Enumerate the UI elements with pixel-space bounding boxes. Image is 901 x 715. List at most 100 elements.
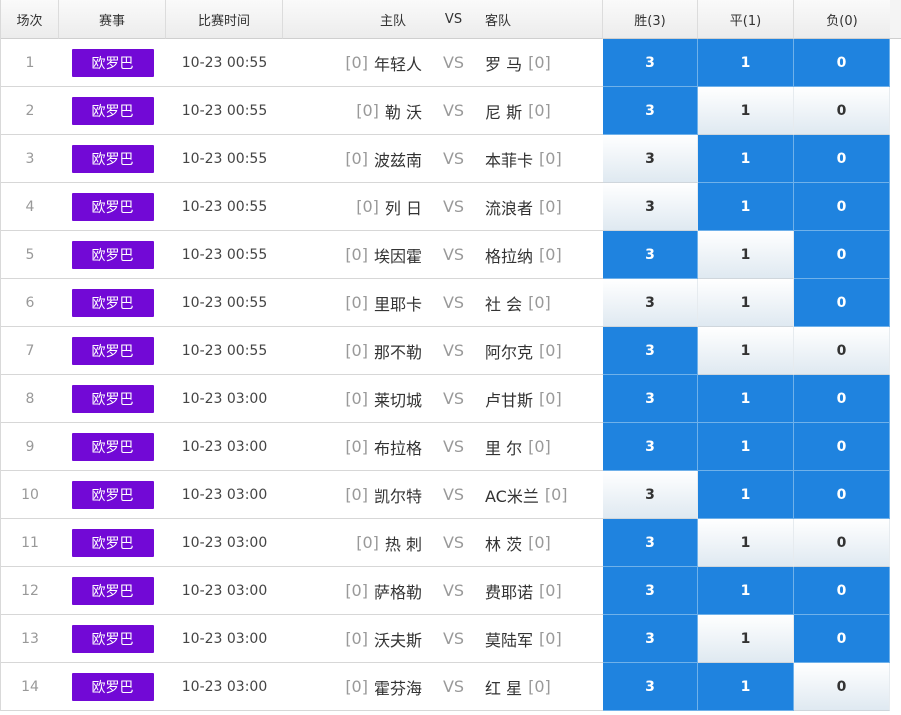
lose-option[interactable]: 0 [794, 519, 890, 567]
match-time: 10-23 00:55 [166, 327, 283, 375]
row-edge [890, 39, 901, 87]
header-win: 胜(3) [603, 0, 698, 39]
header-lose: 负(0) [794, 0, 890, 39]
header-league: 赛事 [59, 0, 166, 39]
row-edge [890, 135, 901, 183]
draw-option[interactable]: 1 [698, 231, 794, 279]
away-rank: [0] [539, 629, 562, 648]
lose-option[interactable]: 0 [794, 567, 890, 615]
lose-option[interactable]: 0 [794, 375, 890, 423]
lose-option[interactable]: 0 [794, 135, 890, 183]
win-option[interactable]: 3 [603, 375, 698, 423]
home-team-cell: [0] 波兹南 [283, 135, 430, 183]
match-index: 8 [1, 375, 59, 423]
home-team-cell: [0] 热 刺 [283, 519, 430, 567]
away-rank: [0] [539, 149, 562, 168]
home-rank: [0] [345, 53, 368, 72]
draw-option[interactable]: 1 [698, 87, 794, 135]
away-team-cell: 莫陆军 [0] [477, 615, 603, 663]
draw-option[interactable]: 1 [698, 135, 794, 183]
away-team-name: 里 尔 [485, 438, 523, 458]
home-team-name: 凯尔特 [373, 486, 422, 506]
win-option[interactable]: 3 [603, 423, 698, 471]
match-time: 10-23 03:00 [166, 567, 283, 615]
lose-option[interactable]: 0 [794, 183, 890, 231]
lose-option[interactable]: 0 [794, 615, 890, 663]
win-option[interactable]: 3 [603, 519, 698, 567]
league-badge[interactable]: 欧罗巴 [71, 432, 154, 461]
draw-option[interactable]: 1 [698, 471, 794, 519]
league-badge[interactable]: 欧罗巴 [71, 480, 154, 509]
win-option[interactable]: 3 [603, 663, 698, 711]
win-option[interactable]: 3 [603, 327, 698, 375]
league-badge[interactable]: 欧罗巴 [71, 672, 154, 701]
league-badge[interactable]: 欧罗巴 [71, 240, 154, 269]
lose-option[interactable]: 0 [794, 231, 890, 279]
win-option[interactable]: 3 [603, 567, 698, 615]
league-badge[interactable]: 欧罗巴 [71, 144, 154, 173]
league-cell: 欧罗巴 [59, 39, 166, 87]
league-badge[interactable]: 欧罗巴 [71, 624, 154, 653]
home-rank: [0] [356, 197, 379, 216]
home-team-name: 埃因霍 [373, 246, 422, 266]
win-option[interactable]: 3 [603, 615, 698, 663]
match-index: 13 [1, 615, 59, 663]
home-team-name: 波兹南 [373, 150, 422, 170]
league-badge[interactable]: 欧罗巴 [71, 288, 154, 317]
draw-option[interactable]: 1 [698, 519, 794, 567]
draw-option[interactable]: 1 [698, 615, 794, 663]
lose-option[interactable]: 0 [794, 663, 890, 711]
match-time: 10-23 00:55 [166, 279, 283, 327]
match-index: 2 [1, 87, 59, 135]
draw-option[interactable]: 1 [698, 39, 794, 87]
match-table: 场次 赛事 比赛时间 主队 VS 客队 胜(3) 平(1) 负(0) 1 欧罗巴 1… [0, 0, 901, 711]
match-time: 10-23 03:00 [166, 663, 283, 711]
away-rank: [0] [539, 341, 562, 360]
lose-option[interactable]: 0 [794, 39, 890, 87]
lose-option[interactable]: 0 [794, 327, 890, 375]
home-rank: [0] [345, 341, 368, 360]
win-option[interactable]: 3 [603, 279, 698, 327]
league-badge[interactable]: 欧罗巴 [71, 336, 154, 365]
win-option[interactable]: 3 [603, 135, 698, 183]
match-time: 10-23 00:55 [166, 39, 283, 87]
lose-option[interactable]: 0 [794, 87, 890, 135]
away-team-name: 红 星 [485, 678, 523, 698]
league-badge[interactable]: 欧罗巴 [71, 528, 154, 557]
draw-option[interactable]: 1 [698, 279, 794, 327]
win-option[interactable]: 3 [603, 87, 698, 135]
win-option[interactable]: 3 [603, 183, 698, 231]
draw-option[interactable]: 1 [698, 375, 794, 423]
league-cell: 欧罗巴 [59, 615, 166, 663]
win-option[interactable]: 3 [603, 471, 698, 519]
away-team-cell: 罗 马 [0] [477, 39, 603, 87]
draw-option[interactable]: 1 [698, 567, 794, 615]
lose-option[interactable]: 0 [794, 279, 890, 327]
home-team-name: 萨格勒 [373, 582, 422, 602]
win-option[interactable]: 3 [603, 231, 698, 279]
league-badge[interactable]: 欧罗巴 [71, 48, 154, 77]
league-badge[interactable]: 欧罗巴 [71, 576, 154, 605]
lose-option[interactable]: 0 [794, 471, 890, 519]
draw-option[interactable]: 1 [698, 423, 794, 471]
win-option[interactable]: 3 [603, 39, 698, 87]
lose-option[interactable]: 0 [794, 423, 890, 471]
away-team-cell: 格拉纳 [0] [477, 231, 603, 279]
header-vs: VS [430, 0, 477, 39]
draw-option[interactable]: 1 [698, 183, 794, 231]
vs-label: VS [430, 327, 477, 375]
draw-option[interactable]: 1 [698, 663, 794, 711]
home-team-cell: [0] 里耶卡 [283, 279, 430, 327]
match-time: 10-23 03:00 [166, 615, 283, 663]
draw-option[interactable]: 1 [698, 327, 794, 375]
home-rank: [0] [356, 533, 379, 552]
home-team-name: 年轻人 [373, 54, 422, 74]
league-cell: 欧罗巴 [59, 423, 166, 471]
vs-label: VS [430, 471, 477, 519]
league-badge[interactable]: 欧罗巴 [71, 192, 154, 221]
home-team-name: 布拉格 [373, 438, 422, 458]
league-badge[interactable]: 欧罗巴 [71, 96, 154, 125]
league-cell: 欧罗巴 [59, 471, 166, 519]
league-badge[interactable]: 欧罗巴 [71, 384, 154, 413]
match-index: 12 [1, 567, 59, 615]
